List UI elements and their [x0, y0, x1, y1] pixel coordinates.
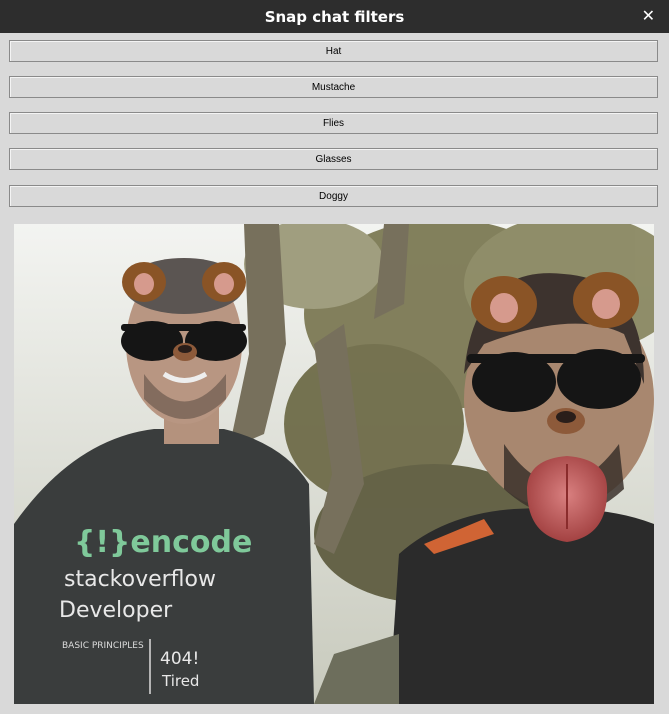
close-icon[interactable]: ✕	[642, 6, 655, 25]
doggy-filter-button[interactable]: Doggy	[9, 185, 658, 207]
app-window: Snap chat filters ✕ Hat Mustache Flies G…	[0, 0, 669, 714]
shirt-code-sub: Tired	[161, 672, 199, 690]
camera-preview: {!}encode stackoverflow Developer BASIC …	[14, 224, 654, 704]
shirt-logo: {!}encode	[74, 525, 252, 560]
glasses-filter-button[interactable]: Glasses	[9, 148, 658, 170]
shirt-section: BASIC PRINCIPLES	[62, 641, 144, 651]
shirt-line1: stackoverflow	[64, 567, 216, 592]
flies-filter-button[interactable]: Flies	[9, 112, 658, 134]
title-bar: Snap chat filters ✕	[0, 0, 669, 33]
main-panel: Hat Mustache Flies Glasses Doggy {!}enco…	[0, 33, 669, 714]
dog-nose-right	[547, 408, 585, 434]
hat-filter-button[interactable]: Hat	[9, 40, 658, 62]
shirt-code: 404!	[160, 649, 199, 669]
dog-nose-left	[173, 343, 197, 361]
shirt-line2: Developer	[59, 598, 173, 623]
window-title: Snap chat filters	[264, 7, 405, 26]
mustache-filter-button[interactable]: Mustache	[9, 76, 658, 98]
